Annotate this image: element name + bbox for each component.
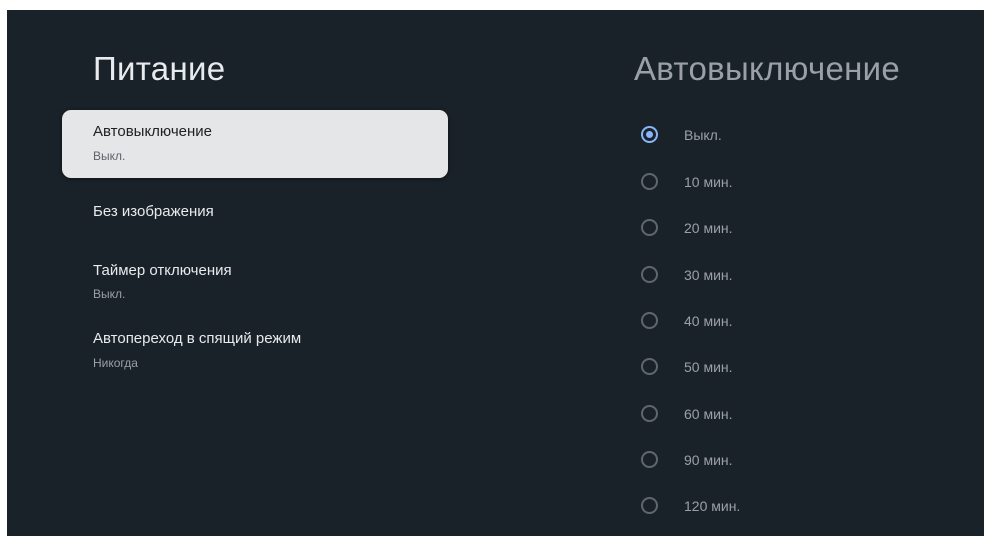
option-label: 120 мин. [684,498,741,514]
option-30-min[interactable]: 30 мин. [641,264,941,288]
option-label: 50 мин. [684,359,733,375]
option-label: 40 мин. [684,313,733,329]
menu-item-value: Выкл. [93,287,126,301]
menu-item-label: Автовыключение [93,123,213,140]
radio-icon[interactable] [641,266,658,283]
menu-item-value: Никогда [93,356,138,370]
option-120-min[interactable]: 120 мин. [641,495,941,519]
option-off[interactable]: Выкл. [641,124,941,148]
option-label: 60 мин. [684,406,733,422]
menu-item-no-picture[interactable]: Без изображения [62,191,448,259]
option-label: 20 мин. [684,220,733,236]
menu-item-value: Выкл. [93,149,126,163]
option-60-min[interactable]: 60 мин. [641,403,941,427]
radio-icon[interactable] [641,405,658,422]
option-10-min[interactable]: 10 мин. [641,171,941,195]
option-90-min[interactable]: 90 мин. [641,449,941,473]
menu-item-auto-off[interactable]: Автовыключение Выкл. [62,110,448,178]
panel-title: Автовыключение [634,50,901,87]
radio-selected-icon[interactable] [641,126,658,143]
option-40-min[interactable]: 40 мин. [641,310,941,334]
page-title: Питание [93,50,226,87]
menu-item-auto-sleep[interactable]: Автопереход в спящий режим Никогда [62,318,448,386]
option-label: 90 мин. [684,452,733,468]
option-50-min[interactable]: 50 мин. [641,356,941,380]
menu-item-sleep-timer[interactable]: Таймер отключения Выкл. [62,250,448,318]
tv-screen: Питание Автовыключение Выкл. Без изображ… [7,10,984,536]
option-label: 30 мин. [684,267,733,283]
menu-item-label: Автопереход в спящий режим [93,330,302,347]
radio-icon[interactable] [641,312,658,329]
option-label: Выкл. [684,127,722,143]
option-label: 10 мин. [684,174,733,190]
radio-icon[interactable] [641,497,658,514]
radio-icon[interactable] [641,219,658,236]
option-20-min[interactable]: 20 мин. [641,217,941,241]
menu-item-label: Без изображения [93,203,214,220]
menu-item-label: Таймер отключения [93,262,232,279]
radio-icon[interactable] [641,173,658,190]
radio-icon[interactable] [641,358,658,375]
radio-icon[interactable] [641,451,658,468]
